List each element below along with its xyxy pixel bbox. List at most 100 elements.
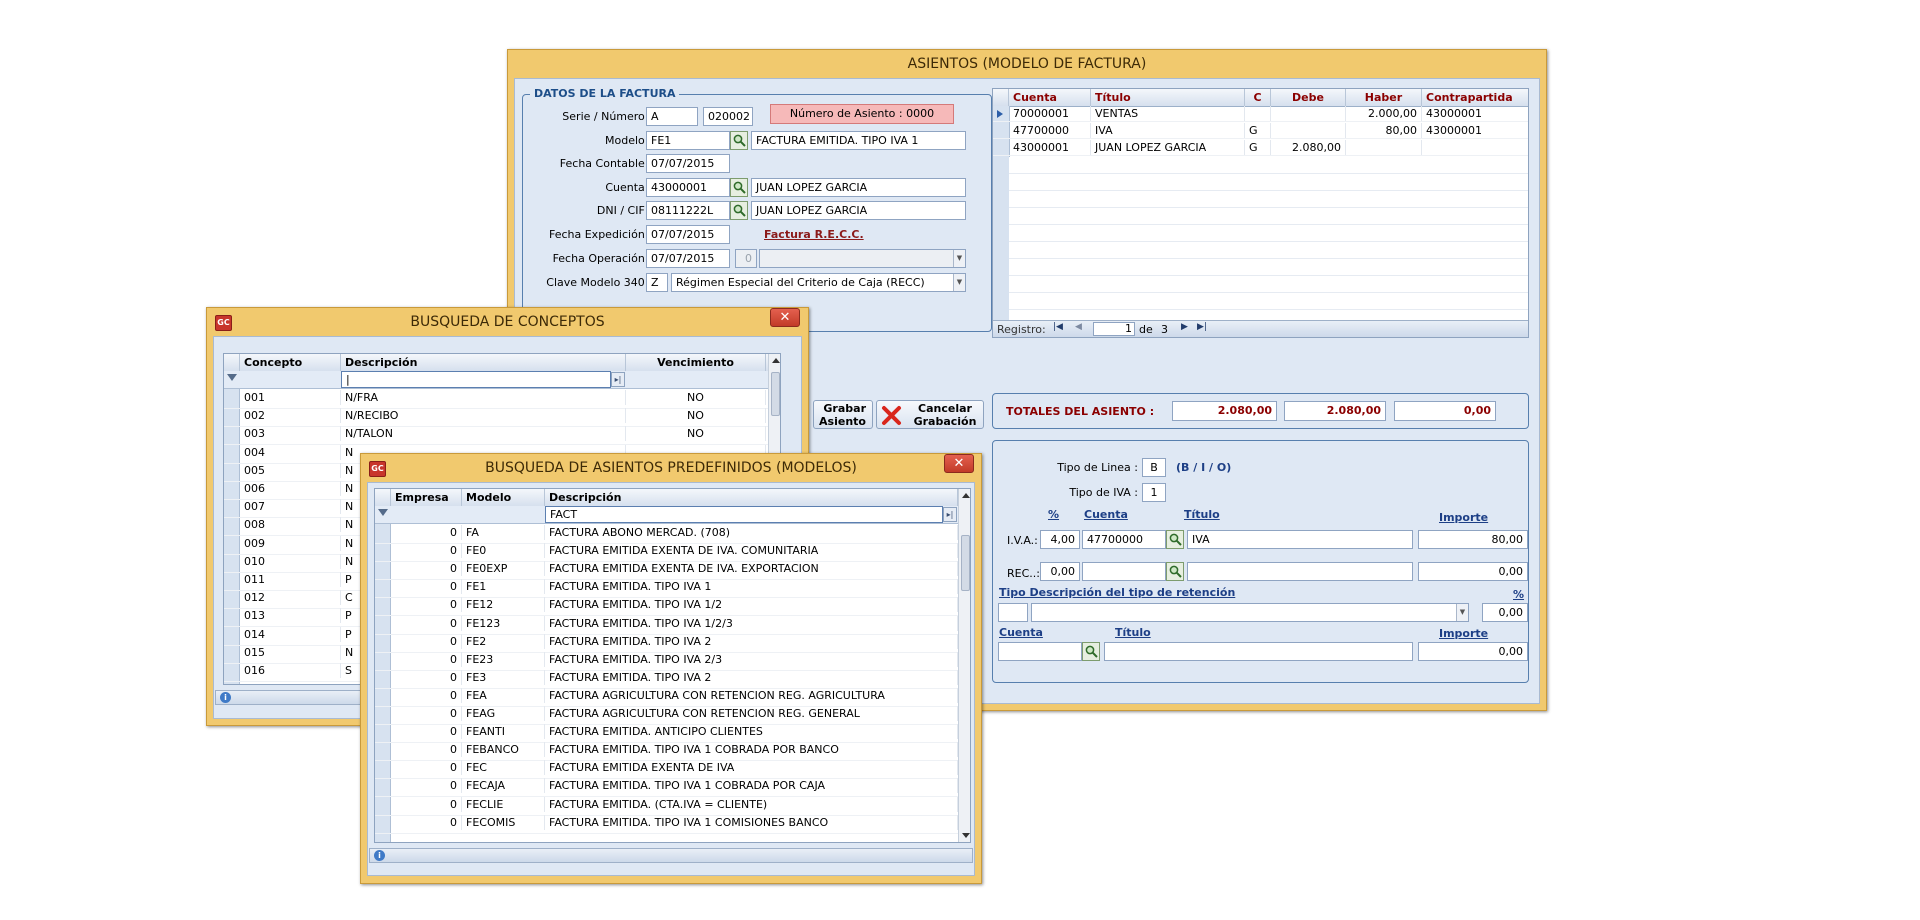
modelo-code-input[interactable]: FE1	[646, 131, 730, 150]
close-icon[interactable]: ✕	[770, 308, 800, 327]
table-row[interactable]: 0 FE1 FACTURA EMITIDA. TIPO IVA 1	[375, 579, 970, 599]
grid-header-haber[interactable]: Haber	[1346, 89, 1422, 106]
grid-header-concepto[interactable]: Concepto	[240, 354, 341, 371]
last-record-icon[interactable]: ▶|	[1197, 322, 1207, 332]
rec-cuenta-search-icon[interactable]	[1166, 562, 1184, 581]
table-row[interactable]: 0 FE3 FACTURA EMITIDA. TIPO IVA 2	[375, 669, 970, 689]
rec-cuenta-input[interactable]	[1082, 562, 1166, 581]
table-row[interactable]: 0 FE2 FACTURA EMITIDA. TIPO IVA 2	[375, 633, 970, 653]
chevron-down-icon[interactable]: ▼	[1456, 604, 1468, 621]
table-row[interactable]: 0 FEAG FACTURA AGRICULTURA CON RETENCION R…	[375, 706, 970, 725]
table-row[interactable]: 0 FE0EXP FACTURA EMITIDA EXENTA DE IVA. EX…	[375, 561, 970, 581]
grid-header-cuenta[interactable]: Cuenta	[1009, 89, 1091, 106]
fecha-contable-input[interactable]: 07/07/2015	[646, 154, 730, 173]
clave-code-input[interactable]: Z	[646, 273, 668, 292]
serie-input[interactable]: A	[646, 107, 698, 126]
table-row[interactable]: 0 FEANTI FACTURA EMITIDA. ANTICIPO CLIENTE…	[375, 724, 970, 744]
table-row[interactable]: 0 FE123 FACTURA EMITIDA. TIPO IVA 1/2/3	[375, 615, 970, 635]
modelos-scrollbar[interactable]	[958, 489, 970, 842]
conceptos-filter-input[interactable]: |	[341, 371, 611, 388]
table-row[interactable]: 003 N/TALON NO	[224, 426, 780, 446]
retencion-desc-select[interactable]: ▼	[1031, 603, 1469, 622]
ret-importe-input[interactable]: 0,00	[1418, 642, 1528, 661]
grid-header-vencimiento[interactable]: Vencimiento	[626, 354, 766, 371]
grid-header-titulo[interactable]: Título	[1091, 89, 1245, 106]
scroll-thumb[interactable]	[771, 372, 780, 416]
table-row[interactable]: 0 FECOMIS FACTURA EMITIDA. TIPO IVA 1 COMI…	[375, 814, 970, 834]
retencion-code-input[interactable]	[998, 603, 1028, 622]
grid-header-c[interactable]: C	[1245, 89, 1271, 106]
grid-header-descripcion[interactable]: Descripción	[341, 354, 626, 371]
table-row[interactable]: 0 FECAJA FACTURA EMITIDA. TIPO IVA 1 COBRA…	[375, 778, 970, 798]
table-row[interactable]: 001 N/FRA NO	[224, 390, 780, 409]
retencion-pct-input[interactable]: 0,00	[1482, 603, 1528, 622]
prev-record-icon[interactable]: ◀	[1075, 322, 1082, 332]
table-row[interactable]: 0 FEC FACTURA EMITIDA EXENTA DE IVA	[375, 760, 970, 780]
ret-titulo-input[interactable]	[1104, 642, 1413, 661]
cancelar-grabacion-button[interactable]: Cancelar Grabación	[876, 400, 984, 429]
ret-cuenta-input[interactable]	[998, 642, 1082, 661]
fecha-expedicion-input[interactable]: 07/07/2015	[646, 225, 730, 244]
modelo-desc-input[interactable]: FACTURA EMITIDA. TIPO IVA 1	[751, 131, 966, 150]
cuenta-search-icon[interactable]	[730, 178, 748, 197]
registro-current-input[interactable]: 1	[1093, 322, 1135, 336]
iva-importe-input[interactable]: 80,00	[1418, 530, 1528, 549]
modelo-search-icon[interactable]	[730, 131, 748, 150]
grid-header-descripcion[interactable]: Descripción	[545, 489, 958, 506]
table-row[interactable]: 0 FEBANCO FACTURA EMITIDA. TIPO IVA 1 COBR…	[375, 742, 970, 762]
cuenta-name-input[interactable]: JUAN LOPEZ GARCIA	[751, 178, 966, 197]
filter-options-icon[interactable]: ▸|	[943, 507, 957, 522]
iva-cuenta-search-icon[interactable]	[1166, 530, 1184, 549]
modelos-filter-input[interactable]: FACT	[545, 506, 943, 523]
filter-icon[interactable]	[227, 374, 237, 381]
grabar-asiento-button[interactable]: Grabar Asiento	[813, 400, 873, 429]
cuenta-code-input[interactable]: 43000001	[646, 178, 730, 197]
clave-desc-select[interactable]: Régimen Especial del Criterio de Caja (R…	[671, 273, 966, 292]
table-row[interactable]: 0 FA FACTURA ABONO MERCAD. (708)	[375, 525, 970, 544]
scroll-down-icon[interactable]	[962, 833, 970, 838]
table-row[interactable]: 002 N/RECIBO NO	[224, 408, 780, 428]
rec-importe-input[interactable]: 0,00	[1418, 562, 1528, 581]
filter-options-icon[interactable]: ▸|	[611, 372, 625, 387]
dni-search-icon[interactable]	[730, 201, 748, 220]
modelos-grid[interactable]: Empresa Modelo Descripción FACT ▸| 0 FA FA…	[374, 488, 971, 843]
tipo-linea-input[interactable]: B	[1142, 458, 1166, 477]
dni-input[interactable]: 08111222L	[646, 201, 730, 220]
info-icon[interactable]: i	[220, 692, 231, 703]
first-record-icon[interactable]: |◀	[1053, 322, 1063, 332]
close-icon[interactable]: ✕	[944, 454, 974, 473]
scroll-thumb[interactable]	[961, 535, 970, 591]
dni-name-input[interactable]: JUAN LOPEZ GARCIA	[751, 201, 966, 220]
table-row[interactable]: 70000001 VENTAS 2.000,00 43000001	[993, 106, 1528, 122]
table-row[interactable]: 0 FECLIE FACTURA EMITIDA. (CTA.IVA = CLIEN…	[375, 796, 970, 816]
iva-titulo-input[interactable]: IVA	[1187, 530, 1413, 549]
registro-total: 3	[1161, 323, 1168, 336]
filter-icon[interactable]	[378, 509, 388, 516]
scroll-up-icon[interactable]	[962, 493, 970, 498]
table-row[interactable]: 0 FEA FACTURA AGRICULTURA CON RETENCION RE…	[375, 687, 970, 707]
tipo-iva-input[interactable]: 1	[1142, 483, 1166, 502]
next-record-icon[interactable]: ▶	[1181, 322, 1188, 332]
iva-cuenta-input[interactable]: 47700000	[1082, 530, 1166, 549]
rec-titulo-input[interactable]	[1187, 562, 1413, 581]
grid-header-modelo[interactable]: Modelo	[462, 489, 545, 506]
rec-pct-input[interactable]: 0,00	[1040, 562, 1080, 581]
ret-cuenta-search-icon[interactable]	[1082, 642, 1100, 661]
iva-pct-input[interactable]: 4,00	[1040, 530, 1080, 549]
asientos-grid[interactable]: Cuenta Título C Debe Haber Contrapartida…	[992, 88, 1529, 338]
table-row[interactable]: 0 FE0 FACTURA EMITIDA EXENTA DE IVA. COMUN…	[375, 543, 970, 563]
table-row[interactable]: 0 FE12 FACTURA EMITIDA. TIPO IVA 1/2	[375, 597, 970, 617]
scroll-up-icon[interactable]	[772, 358, 780, 363]
fecha-operacion-input[interactable]: 07/07/2015	[646, 249, 730, 268]
chevron-down-icon[interactable]: ▼	[953, 274, 965, 291]
grid-header-empresa[interactable]: Empresa	[391, 489, 462, 506]
grid-header-contrapartida[interactable]: Contrapartida	[1422, 89, 1528, 106]
grid-header-debe[interactable]: Debe	[1271, 89, 1346, 106]
numero-input[interactable]: 020002	[703, 107, 753, 126]
table-row[interactable]: 43000001 JUAN LOPEZ GARCIA G 2.080,00	[993, 140, 1528, 156]
info-icon[interactable]: i	[374, 850, 385, 861]
iva-label: I.V.A.:	[1007, 534, 1038, 547]
table-row[interactable]: 47700000 IVA G 80,00 43000001	[993, 123, 1528, 139]
factura-recc-link[interactable]: Factura R.E.C.C.	[764, 228, 864, 241]
table-row[interactable]: 0 FE23 FACTURA EMITIDA. TIPO IVA 2/3	[375, 651, 970, 671]
